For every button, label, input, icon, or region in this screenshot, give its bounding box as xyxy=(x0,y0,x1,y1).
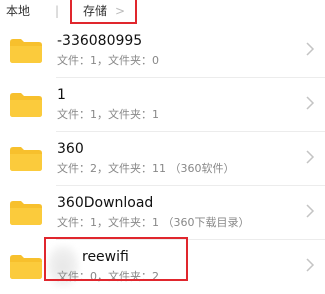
folder-icon xyxy=(10,201,42,225)
breadcrumb-root[interactable]: 本地 xyxy=(6,3,30,19)
breadcrumb-arrow-icon: > xyxy=(115,4,126,18)
folder-name: -336080995 xyxy=(57,33,143,49)
chevron-right-icon[interactable] xyxy=(305,41,315,57)
folder-icon xyxy=(10,93,42,117)
list-item[interactable]: -336080995 文件：1，文件夹：0 xyxy=(0,24,325,78)
folder-meta: 文件：1，文件夹：1 （360下载目录） xyxy=(57,216,250,229)
list-item[interactable]: 360Download 文件：1，文件夹：1 （360下载目录） xyxy=(0,186,325,240)
folder-name: 360 xyxy=(57,141,84,157)
folder-icon xyxy=(10,39,42,63)
chevron-right-icon[interactable] xyxy=(305,149,315,165)
folder-meta: 文件：1，文件夹：1 xyxy=(57,108,159,121)
breadcrumb: 本地 | 存储 > xyxy=(0,0,325,24)
folder-name: 360Download xyxy=(57,195,154,211)
folder-name: 1 xyxy=(57,87,66,103)
chevron-right-icon[interactable] xyxy=(305,95,315,111)
chevron-right-icon[interactable] xyxy=(305,203,315,219)
breadcrumb-current[interactable]: 存储 xyxy=(83,3,107,19)
chevron-right-icon[interactable] xyxy=(305,257,315,273)
list-item[interactable]: 360 文件：2，文件夹：11 （360软件） xyxy=(0,132,325,186)
list-item[interactable]: 1 文件：1，文件夹：1 xyxy=(0,78,325,132)
breadcrumb-separator: | xyxy=(55,4,60,18)
folder-meta: 文件：1，文件夹：0 xyxy=(57,54,159,67)
folder-meta: 文件：2，文件夹：11 （360软件） xyxy=(57,162,235,175)
list-item[interactable]: reewifi 文件：0，文件夹：2 xyxy=(0,240,325,294)
folder-name: reewifi xyxy=(82,249,129,265)
folder-meta: 文件：0，文件夹：2 xyxy=(57,270,159,283)
folder-icon xyxy=(10,147,42,171)
folder-icon xyxy=(10,255,42,279)
